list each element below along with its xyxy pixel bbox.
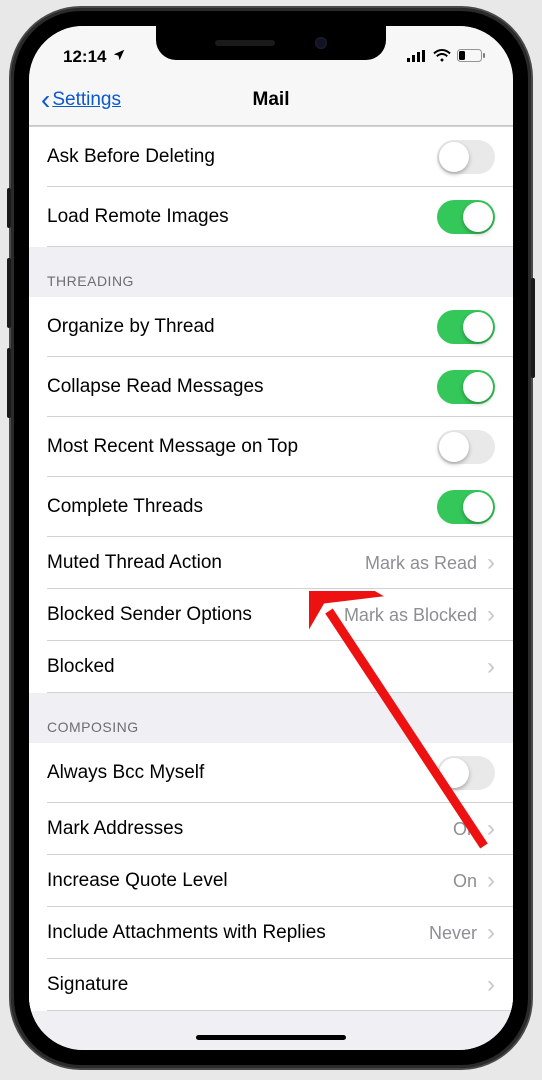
nav-bar: ‹ Settings Mail: [29, 74, 513, 126]
wifi-icon: [433, 47, 451, 67]
volume-down-button: [7, 348, 11, 418]
battery-icon: [457, 47, 485, 67]
volume-up-button: [7, 258, 11, 328]
chevron-left-icon: ‹: [41, 86, 50, 114]
chevron-right-icon: ›: [487, 551, 495, 575]
row-label: Blocked: [47, 656, 483, 678]
toggle-load-remote-images[interactable]: [437, 200, 495, 234]
row-detail: On: [453, 819, 477, 840]
row-detail: On: [453, 871, 477, 892]
row-load-remote-images[interactable]: Load Remote Images: [29, 187, 513, 247]
row-muted-thread-action[interactable]: Muted Thread ActionMark as Read ›: [29, 537, 513, 589]
row-ask-before-deleting[interactable]: Ask Before Deleting: [29, 126, 513, 187]
row-organize-by-thread[interactable]: Organize by Thread: [29, 297, 513, 357]
row-label: Increase Quote Level: [47, 870, 453, 892]
row-label: Load Remote Images: [47, 206, 437, 228]
row-blocked[interactable]: Blocked›: [29, 641, 513, 693]
row-label: Ask Before Deleting: [47, 146, 437, 168]
screen: 12:14 ‹ Settings: [29, 26, 513, 1050]
cellular-icon: [407, 47, 427, 67]
chevron-right-icon: ›: [487, 869, 495, 893]
row-blocked-sender-options[interactable]: Blocked Sender OptionsMark as Blocked ›: [29, 589, 513, 641]
row-detail: Mark as Blocked: [344, 605, 477, 626]
back-button[interactable]: ‹ Settings: [41, 86, 121, 114]
row-mark-addresses[interactable]: Mark AddressesOn ›: [29, 803, 513, 855]
row-label: Complete Threads: [47, 496, 437, 518]
chevron-right-icon: ›: [487, 603, 495, 627]
row-detail: Mark as Read: [365, 553, 477, 574]
toggle-ask-before-deleting[interactable]: [437, 140, 495, 174]
row-label: Collapse Read Messages: [47, 376, 437, 398]
toggle-collapse-read-messages[interactable]: [437, 370, 495, 404]
row-complete-threads[interactable]: Complete Threads: [29, 477, 513, 537]
toggle-organize-by-thread[interactable]: [437, 310, 495, 344]
row-collapse-read-messages[interactable]: Collapse Read Messages: [29, 357, 513, 417]
row-label: Include Attachments with Replies: [47, 922, 429, 944]
power-button: [531, 278, 535, 378]
chevron-right-icon: ›: [487, 973, 495, 997]
phone-frame: 12:14 ‹ Settings: [11, 8, 531, 1068]
chevron-right-icon: ›: [487, 655, 495, 679]
row-signature[interactable]: Signature›: [29, 959, 513, 1011]
group-header: THREADING: [29, 247, 513, 297]
row-label: Mark Addresses: [47, 818, 453, 840]
row-most-recent-on-top[interactable]: Most Recent Message on Top: [29, 417, 513, 477]
location-icon: [112, 47, 126, 67]
group-header: COMPOSING: [29, 693, 513, 743]
row-label: Signature: [47, 974, 483, 996]
row-include-attachments[interactable]: Include Attachments with RepliesNever ›: [29, 907, 513, 959]
home-indicator[interactable]: [196, 1035, 346, 1040]
status-time: 12:14: [63, 47, 106, 67]
row-always-bcc-myself[interactable]: Always Bcc Myself: [29, 743, 513, 803]
toggle-most-recent-on-top[interactable]: [437, 430, 495, 464]
row-detail: Never: [429, 923, 477, 944]
mute-switch: [7, 188, 11, 228]
chevron-right-icon: ›: [487, 921, 495, 945]
settings-content[interactable]: Ask Before Deleting Load Remote Images THR…: [29, 126, 513, 1050]
row-label: Organize by Thread: [47, 316, 437, 338]
row-label: Always Bcc Myself: [47, 762, 437, 784]
toggle-always-bcc-myself[interactable]: [437, 756, 495, 790]
row-label: Muted Thread Action: [47, 552, 365, 574]
chevron-right-icon: ›: [487, 817, 495, 841]
row-label: Blocked Sender Options: [47, 604, 344, 626]
row-increase-quote-level[interactable]: Increase Quote LevelOn ›: [29, 855, 513, 907]
row-label: Most Recent Message on Top: [47, 436, 437, 458]
back-label: Settings: [52, 89, 121, 111]
notch: [156, 26, 386, 60]
toggle-complete-threads[interactable]: [437, 490, 495, 524]
